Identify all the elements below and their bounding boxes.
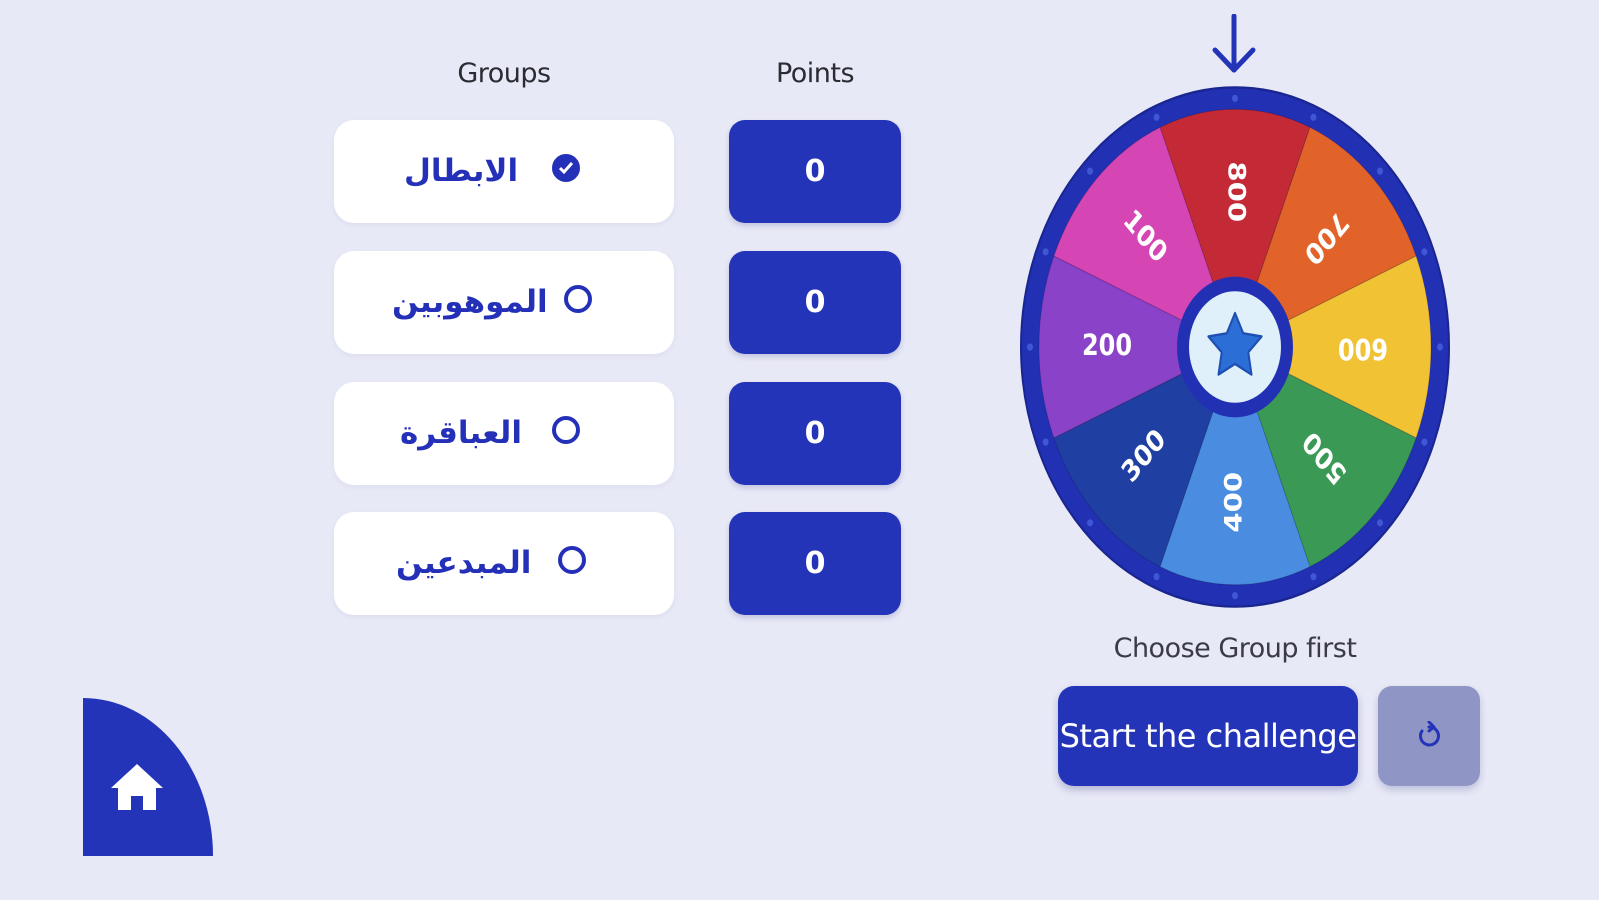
radio-icon[interactable] <box>552 416 580 444</box>
wheel-stud <box>1087 519 1094 527</box>
reset-button[interactable] <box>1378 686 1480 786</box>
wheel-segment-label: 800 <box>1222 161 1250 222</box>
start-challenge-button[interactable]: Start the challenge <box>1058 686 1358 786</box>
group-name: الابطال <box>404 153 519 189</box>
wheel-segment-label: 600 <box>1338 331 1388 365</box>
wheel-stud <box>1087 167 1094 175</box>
wheel-stud <box>1376 167 1383 175</box>
status-message: Choose Group first <box>1113 633 1357 664</box>
wheel-stud <box>1042 248 1049 256</box>
groups-header: Groups <box>457 58 551 89</box>
group-option[interactable]: المبدعين <box>334 512 674 615</box>
wheel-stud <box>1437 343 1443 351</box>
wheel-segment-label: 400 <box>1220 472 1248 533</box>
home-icon <box>111 764 163 810</box>
wheel-segment-label: 200 <box>1082 329 1132 363</box>
wheel-stud <box>1310 573 1317 581</box>
checked-radio-icon[interactable] <box>552 154 580 182</box>
wheel-stud <box>1376 519 1383 527</box>
group-points: 0 <box>729 512 901 615</box>
wheel-stud <box>1421 438 1428 446</box>
wheel-stud <box>1027 343 1033 351</box>
home-button[interactable] <box>83 698 213 856</box>
wheel-stud <box>1042 438 1049 446</box>
group-name: العباقرة <box>400 415 522 451</box>
group-points: 0 <box>729 382 901 485</box>
wheel-stud <box>1421 248 1428 256</box>
radio-icon[interactable] <box>558 546 586 574</box>
group-name: المبدعين <box>396 545 532 581</box>
group-points: 0 <box>729 251 901 354</box>
spin-wheel[interactable]: 800700600500400300200100 <box>1019 85 1451 609</box>
group-option[interactable]: الموهوبين <box>334 251 674 354</box>
wheel-stud <box>1232 592 1238 600</box>
group-option[interactable]: العباقرة <box>334 382 674 485</box>
spin-wheel-screen: Groups Points الابطال 0 الموهوبين 0 العب… <box>0 0 1599 900</box>
reset-icon <box>1419 721 1440 747</box>
wheel-stud <box>1153 113 1160 121</box>
wheel-stud <box>1153 573 1160 581</box>
radio-icon[interactable] <box>564 285 592 313</box>
wheel-stud <box>1232 94 1238 102</box>
wheel-stud <box>1310 113 1317 121</box>
group-name: الموهوبين <box>392 284 548 320</box>
group-points: 0 <box>729 120 901 223</box>
points-header: Points <box>775 58 855 89</box>
group-option[interactable]: الابطال <box>334 120 674 223</box>
arrow-down-icon <box>1212 14 1256 73</box>
